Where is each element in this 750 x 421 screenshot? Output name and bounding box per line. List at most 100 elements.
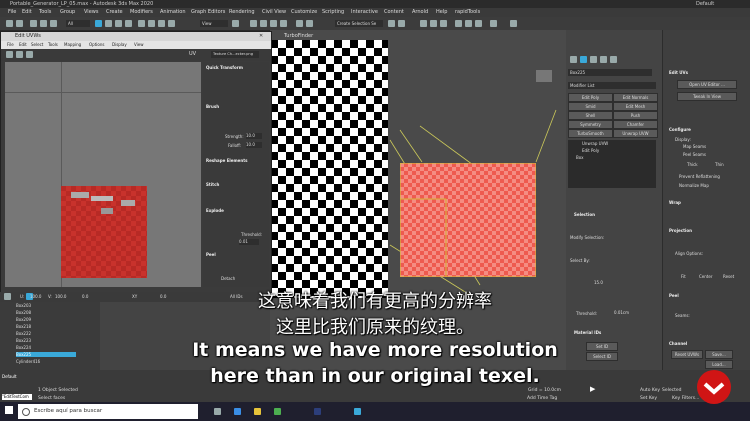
menu-animation[interactable]: Animation: [160, 8, 186, 17]
link-icon[interactable]: [30, 20, 37, 27]
reshape-elements-header[interactable]: Reshape Elements: [206, 158, 248, 163]
smid-button[interactable]: Smid: [568, 102, 613, 111]
uv-island[interactable]: [61, 186, 147, 278]
unlink-icon[interactable]: [40, 20, 47, 27]
modify-tab-icon[interactable]: [580, 56, 587, 63]
schematic-icon[interactable]: [430, 20, 437, 27]
hierarchy-tab-icon[interactable]: [590, 56, 597, 63]
place-icon[interactable]: [168, 20, 175, 27]
menu-help[interactable]: Help: [436, 8, 447, 17]
thick-radio[interactable]: Thick: [687, 162, 698, 167]
explode-threshold-value[interactable]: 0.01: [239, 239, 259, 245]
chrome-icon[interactable]: [274, 408, 281, 415]
mirror-icon[interactable]: [296, 20, 303, 27]
menu-views[interactable]: Views: [84, 8, 98, 17]
menu-create[interactable]: Create: [106, 8, 123, 17]
stack-item-box[interactable]: Box: [576, 155, 583, 160]
material-editor-icon[interactable]: [440, 20, 447, 27]
selection-header[interactable]: Selection: [574, 212, 595, 217]
menu-rendering[interactable]: Rendering: [229, 8, 255, 17]
task-view-icon[interactable]: [214, 408, 221, 415]
uv-menu-view[interactable]: View: [134, 41, 144, 49]
stitch-header[interactable]: Stitch: [206, 182, 219, 187]
rect-select-icon[interactable]: [115, 20, 122, 27]
select-icon[interactable]: [95, 20, 102, 27]
menu-rapidtools[interactable]: rapidTools: [455, 8, 480, 17]
fit-button[interactable]: Fit: [681, 274, 686, 279]
turbosmooth-button[interactable]: TurboSmooth: [568, 129, 613, 138]
tweak-in-view-button[interactable]: Tweak In View: [677, 92, 737, 101]
modifier-list-dropdown[interactable]: Modifier List: [568, 82, 656, 89]
edit-mesh-button[interactable]: Edit Mesh: [613, 102, 658, 111]
thin-radio[interactable]: Thin: [715, 162, 724, 167]
snap-icon[interactable]: [250, 20, 257, 27]
reset-button[interactable]: Reset: [723, 274, 734, 279]
create-tab-icon[interactable]: [570, 56, 577, 63]
scene-explorer-icon[interactable]: [398, 20, 405, 27]
peel-header[interactable]: Peel: [206, 252, 216, 257]
window-crossing-icon[interactable]: [125, 20, 132, 27]
map-seams-checkbox[interactable]: Map Seams: [683, 144, 706, 149]
edge-icon[interactable]: [234, 408, 241, 415]
uv-menu-edit[interactable]: Edit: [19, 41, 27, 49]
move-icon[interactable]: [138, 20, 145, 27]
menu-civil-view[interactable]: Civil View: [262, 8, 286, 17]
uv-menu-options[interactable]: Options: [89, 41, 104, 49]
filter-dropdown[interactable]: All: [66, 20, 90, 27]
motion-tab-icon[interactable]: [600, 56, 607, 63]
configure-header[interactable]: Configure: [669, 127, 691, 132]
uv-canvas[interactable]: [5, 62, 201, 287]
uv-scale-icon[interactable]: [26, 51, 33, 58]
menu-group[interactable]: Group: [60, 8, 75, 17]
workspace-label[interactable]: Default: [696, 0, 714, 8]
stack-item-unwrap[interactable]: Unwrap UVW: [582, 141, 608, 146]
menu-tools[interactable]: Tools: [39, 8, 51, 17]
viewcube-icon[interactable]: [536, 70, 552, 82]
taskbar-search-box[interactable]: Escribe aquí para buscar: [18, 404, 198, 419]
key-filters-button[interactable]: Key Filters...: [672, 396, 699, 401]
uv-menu-select[interactable]: Select: [31, 41, 43, 49]
angle-snap-icon[interactable]: [260, 20, 267, 27]
normalize-map-checkbox[interactable]: Normalize Map: [679, 183, 709, 188]
render-setup-icon[interactable]: [455, 20, 462, 27]
help-icon[interactable]: [510, 20, 517, 27]
symmetry-button[interactable]: Symmetry: [568, 120, 613, 129]
explode-header[interactable]: Explode: [206, 208, 224, 213]
arnold-icon[interactable]: [490, 20, 497, 27]
add-time-tag-label[interactable]: Add Time Tag: [527, 396, 557, 401]
set-key-button[interactable]: Set Key: [640, 396, 657, 401]
auto-key-button[interactable]: Auto Key: [640, 388, 660, 393]
explorer-icon[interactable]: [254, 408, 261, 415]
redo-icon[interactable]: [16, 20, 23, 27]
menu-modifiers[interactable]: Modifiers: [130, 8, 153, 17]
shell-button[interactable]: Shell: [568, 111, 613, 120]
render-frame-icon[interactable]: [465, 20, 472, 27]
uv-move-icon[interactable]: [6, 51, 13, 58]
display-tab-icon[interactable]: [610, 56, 617, 63]
undo-icon[interactable]: [6, 20, 13, 27]
menu-graph-editors[interactable]: Graph Editors: [191, 8, 225, 17]
edit-poly-button[interactable]: Edit Poly: [568, 93, 613, 102]
chamfer-button[interactable]: Chamfer: [613, 120, 658, 129]
detach-label[interactable]: Detach: [221, 276, 235, 281]
object-name-field[interactable]: Box225: [568, 69, 652, 76]
percent-snap-icon[interactable]: [270, 20, 277, 27]
render-icon[interactable]: [475, 20, 482, 27]
photoshop-icon[interactable]: [314, 408, 321, 415]
uv-menu-display[interactable]: Display: [112, 41, 127, 49]
uv-menu-mapping[interactable]: Mapping: [64, 41, 81, 49]
selected-dropdown[interactable]: Selected: [662, 388, 682, 393]
rotate-icon[interactable]: [148, 20, 155, 27]
push-button[interactable]: Push: [613, 111, 658, 120]
max-app-icon[interactable]: [354, 408, 361, 415]
select-by-name-icon[interactable]: [105, 20, 112, 27]
edit-normals-button[interactable]: Edit Normals: [613, 93, 658, 102]
uv-menu-tools[interactable]: Tools: [48, 41, 58, 49]
menu-customize[interactable]: Customize: [291, 8, 317, 17]
layer-icon[interactable]: [388, 20, 395, 27]
projection-header[interactable]: Projection: [669, 228, 692, 233]
menu-file[interactable]: File: [8, 8, 16, 17]
menu-scripting[interactable]: Scripting: [322, 8, 344, 17]
prevent-reflatten-checkbox[interactable]: Prevent Reflattening: [679, 174, 720, 179]
stack-item-editpoly[interactable]: Edit Poly: [582, 148, 599, 153]
